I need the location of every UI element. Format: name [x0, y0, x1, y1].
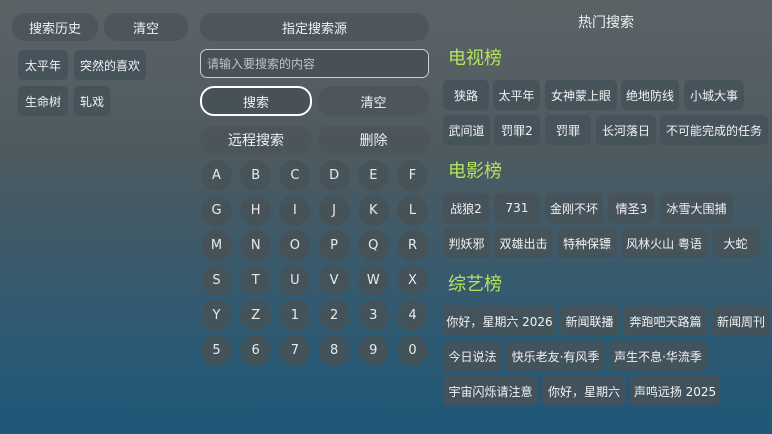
key-k[interactable]: K — [357, 195, 389, 226]
tv-chart-item[interactable]: 小城大事 — [684, 80, 744, 110]
key-u[interactable]: U — [279, 265, 311, 296]
delete-button[interactable]: 删除 — [318, 125, 429, 155]
key-o[interactable]: O — [279, 230, 311, 261]
variety-chart-item[interactable]: 快乐老友·有风季 — [506, 341, 605, 371]
key-0[interactable]: 0 — [397, 335, 428, 366]
movie-chart-title: 电影榜 — [448, 161, 502, 182]
key-g[interactable]: G — [201, 195, 232, 226]
variety-chart-item[interactable]: 声鸣远扬 2025 — [630, 376, 720, 406]
key-h[interactable]: H — [240, 195, 272, 226]
movie-chart-item[interactable]: 金刚不坏 — [545, 193, 603, 223]
key-a[interactable]: A — [201, 160, 232, 191]
movie-chart-item[interactable]: 双雄出击 — [494, 228, 553, 258]
movie-chart-item[interactable]: 情圣3 — [608, 193, 655, 223]
movie-chart-item[interactable]: 战狼2 — [443, 193, 489, 223]
key-n[interactable]: N — [240, 230, 272, 261]
tv-chart-item[interactable]: 太平年 — [493, 80, 540, 110]
key-r[interactable]: R — [397, 230, 428, 261]
search-input[interactable] — [200, 49, 429, 78]
tv-chart-item[interactable]: 绝地防线 — [621, 80, 679, 110]
key-6[interactable]: 6 — [240, 335, 272, 366]
history-item[interactable]: 轧戏 — [74, 86, 110, 116]
search-button[interactable]: 搜索 — [200, 86, 312, 116]
key-9[interactable]: 9 — [357, 335, 389, 366]
history-item[interactable]: 突然的喜欢 — [74, 50, 146, 80]
tv-chart-item[interactable]: 武间道 — [443, 115, 490, 145]
key-2[interactable]: 2 — [318, 300, 350, 331]
tv-chart-item[interactable]: 长河落日 — [596, 115, 656, 145]
variety-chart-item[interactable]: 今日说法 — [443, 341, 502, 371]
key-w[interactable]: W — [357, 265, 389, 296]
variety-chart-item[interactable]: 宇宙闪烁请注意 — [443, 376, 538, 406]
variety-chart-title: 综艺榜 — [448, 274, 502, 295]
key-q[interactable]: Q — [357, 230, 389, 261]
search-history-title[interactable]: 搜索历史 — [12, 13, 98, 41]
movie-chart-item[interactable]: 特种保镖 — [557, 228, 617, 258]
key-s[interactable]: S — [201, 265, 232, 296]
clear-history-button[interactable]: 清空 — [104, 13, 188, 41]
tv-chart-item[interactable]: 狭路 — [443, 80, 489, 110]
key-l[interactable]: L — [397, 195, 428, 226]
key-5[interactable]: 5 — [201, 335, 232, 366]
variety-chart-item[interactable]: 新闻周刊 — [712, 306, 770, 336]
key-3[interactable]: 3 — [357, 300, 389, 331]
key-c[interactable]: C — [279, 160, 311, 191]
history-item[interactable]: 太平年 — [18, 50, 68, 80]
tv-chart-item[interactable]: 女神蒙上眼 — [545, 80, 617, 110]
tv-chart-item[interactable]: 罚罪2 — [494, 115, 540, 145]
variety-chart-item[interactable]: 新闻联播 — [560, 306, 619, 336]
key-e[interactable]: E — [357, 160, 389, 191]
key-7[interactable]: 7 — [279, 335, 311, 366]
key-x[interactable]: X — [397, 265, 428, 296]
tv-chart-title: 电视榜 — [448, 48, 502, 69]
movie-chart-item[interactable]: 判妖邪 — [443, 228, 490, 258]
variety-chart-item[interactable]: 你好，星期六 — [542, 376, 626, 406]
tv-chart-item[interactable]: 罚罪 — [545, 115, 591, 145]
key-z[interactable]: Z — [240, 300, 272, 331]
key-p[interactable]: P — [318, 230, 350, 261]
key-m[interactable]: M — [201, 230, 232, 261]
key-1[interactable]: 1 — [279, 300, 311, 331]
key-j[interactable]: J — [318, 195, 350, 226]
key-8[interactable]: 8 — [318, 335, 350, 366]
movie-chart-item[interactable]: 大蛇 — [712, 228, 759, 258]
hot-search-title: 热门搜索 — [578, 15, 634, 31]
key-b[interactable]: B — [240, 160, 272, 191]
movie-chart-item[interactable]: 731 — [494, 193, 540, 223]
search-source-button[interactable]: 指定搜索源 — [200, 13, 429, 41]
key-t[interactable]: T — [240, 265, 272, 296]
remote-search-button[interactable]: 远程搜索 — [200, 125, 312, 155]
movie-chart-item[interactable]: 冰雪大围捕 — [660, 193, 733, 223]
tv-chart-item[interactable]: 不可能完成的任务 — [660, 115, 768, 145]
key-d[interactable]: D — [318, 160, 350, 191]
clear-input-button[interactable]: 清空 — [318, 86, 429, 116]
key-v[interactable]: V — [318, 265, 350, 296]
key-y[interactable]: Y — [201, 300, 232, 331]
variety-chart-item[interactable]: 奔跑吧天路篇 — [623, 306, 708, 336]
variety-chart-item[interactable]: 声生不息·华流季 — [609, 341, 707, 371]
history-item[interactable]: 生命树 — [18, 86, 68, 116]
variety-chart-item[interactable]: 你好，星期六 2026 — [443, 306, 556, 336]
movie-chart-item[interactable]: 风林火山 粤语 — [621, 228, 707, 258]
key-f[interactable]: F — [397, 160, 428, 191]
key-4[interactable]: 4 — [397, 300, 428, 331]
key-i[interactable]: I — [279, 195, 311, 226]
